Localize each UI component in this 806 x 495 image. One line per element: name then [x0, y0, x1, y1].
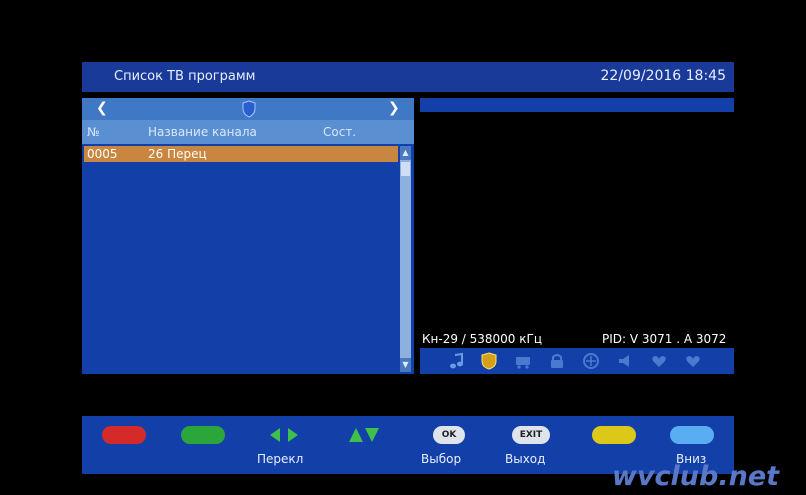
select-label: Выбор: [421, 452, 462, 466]
header-bar: Список ТВ программ 22/09/2016 18:45: [82, 62, 734, 92]
speaker-icon: [619, 355, 629, 367]
pid-text: PID: V 3071 . A 3072: [602, 332, 727, 346]
group-nav-row: ❮ ❯: [82, 98, 414, 120]
cart-icon: [516, 357, 530, 369]
channel-list-panel: ❮ ❯ № Название канала Сост. 0005 26 Пере…: [82, 98, 414, 374]
channel-row[interactable]: 0005 26 Перец: [84, 146, 398, 162]
music-note-icon: [450, 352, 463, 369]
next-group-arrow[interactable]: ❯: [388, 100, 400, 116]
column-name: Название канала: [148, 125, 257, 139]
heart-icon: [686, 356, 700, 367]
scramble-icon: [583, 353, 599, 369]
date-time: 22/09/2016 18:45: [600, 68, 727, 84]
transponder-info: Кн-29 / 538000 кГц PID: V 3071 . A 3072: [420, 330, 734, 348]
yellow-button[interactable]: [592, 426, 636, 444]
watermark: wvclub.net: [612, 461, 780, 492]
up-down-arrows-icon[interactable]: [348, 426, 380, 444]
scroll-up-icon[interactable]: ▲: [400, 146, 411, 160]
lock-icon: [551, 354, 563, 368]
exit-label: Выход: [505, 452, 546, 466]
red-button[interactable]: [102, 426, 146, 444]
column-state: Сост.: [323, 125, 357, 139]
tv-screen: Список ТВ программ 22/09/2016 18:45 ❮ ❯ …: [0, 0, 806, 495]
left-right-arrows-icon[interactable]: [268, 426, 300, 444]
frequency-text: Кн-29 / 538000 кГц: [422, 332, 542, 346]
scroll-down-icon[interactable]: ▼: [400, 358, 411, 372]
column-number: №: [87, 125, 100, 139]
exit-button[interactable]: EXIT: [512, 426, 550, 444]
preview-top-bar: [420, 98, 734, 112]
heart-icon: [652, 356, 666, 367]
blue-button[interactable]: [670, 426, 714, 444]
shield-icon: [242, 100, 256, 118]
channel-number: 0005: [87, 147, 118, 161]
prev-group-arrow[interactable]: ❮: [96, 100, 108, 116]
list-column-header: № Название канала Сост.: [82, 120, 414, 144]
status-icon-row: [420, 348, 734, 374]
list-scrollbar[interactable]: ▲ ▼: [400, 146, 411, 372]
ok-button[interactable]: OK: [433, 426, 465, 444]
video-preview: [420, 112, 734, 326]
green-button[interactable]: [181, 426, 225, 444]
scroll-thumb[interactable]: [401, 162, 410, 176]
switch-label: Перекл: [257, 452, 304, 466]
page-title: Список ТВ программ: [114, 69, 256, 84]
shield-icon: [481, 352, 497, 370]
channel-name: 26 Перец: [148, 147, 207, 161]
